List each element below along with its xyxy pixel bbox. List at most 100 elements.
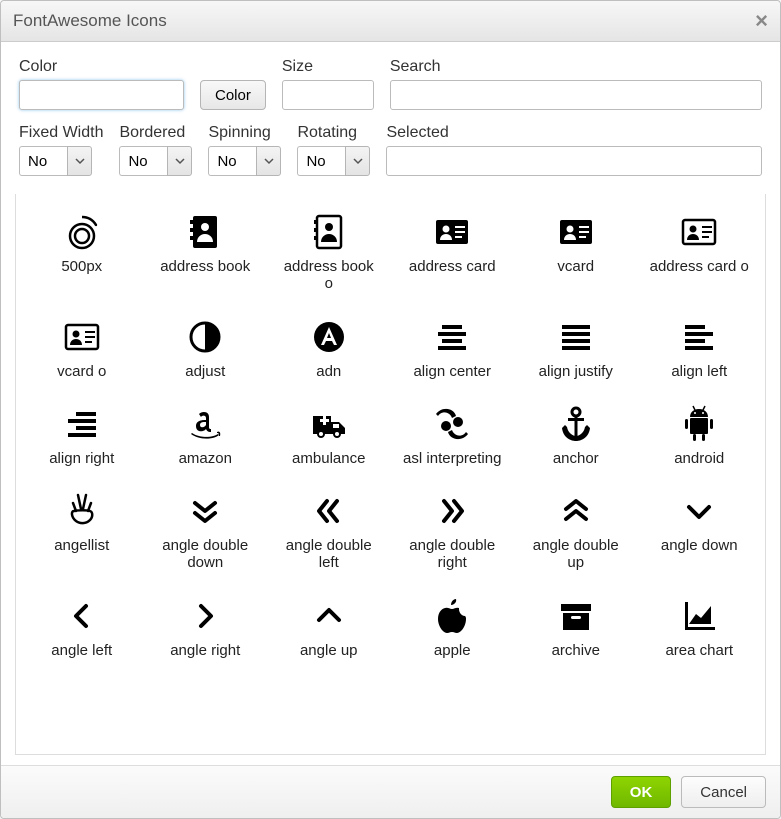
icon-cell-area-chart[interactable]: area chart	[638, 586, 762, 673]
rotating-dropdown-button[interactable]	[345, 146, 370, 176]
fixed-width-value[interactable]	[19, 146, 67, 176]
search-field: Search	[390, 58, 762, 110]
icon-cell-angle-down[interactable]: angle down	[638, 481, 762, 586]
icon-cell-angle-up[interactable]: angle up	[267, 586, 391, 673]
icon-cell-align-right[interactable]: align right	[20, 394, 144, 481]
color-field: Color	[19, 58, 184, 110]
dialog-footer: OK Cancel	[1, 765, 780, 818]
fontawesome-dialog: FontAwesome Icons × Color Color Size Sea…	[0, 0, 781, 819]
icon-cell-angle-double-left[interactable]: angle double left	[267, 481, 391, 586]
chevron-down-icon	[75, 156, 85, 166]
icon-cell-vcard-o[interactable]: vcard o	[20, 307, 144, 394]
icon-label: ambulance	[292, 450, 365, 467]
icon-cell-angellist[interactable]: angellist	[20, 481, 144, 586]
selected-input[interactable]	[386, 146, 762, 176]
ok-button[interactable]: OK	[611, 776, 672, 808]
icon-label: archive	[552, 642, 600, 659]
icon-cell-android[interactable]: android	[638, 394, 762, 481]
icon-label: align center	[413, 363, 491, 380]
icon-label: angle left	[51, 642, 112, 659]
rotating-value[interactable]	[297, 146, 345, 176]
form-row-1: Color Color Size Search	[19, 58, 762, 110]
bordered-dropdown-button[interactable]	[167, 146, 192, 176]
spinning-select[interactable]	[208, 146, 281, 176]
dialog-title: FontAwesome Icons	[13, 11, 167, 31]
titlebar: FontAwesome Icons ×	[1, 1, 780, 42]
icon-cell-anchor[interactable]: anchor	[514, 394, 638, 481]
icon-cell-archive[interactable]: archive	[514, 586, 638, 673]
icon-cell-angle-double-right[interactable]: angle double right	[391, 481, 515, 586]
address-book-icon	[185, 210, 225, 254]
icon-label: angle double right	[402, 537, 502, 572]
fixed-width-label: Fixed Width	[19, 124, 103, 142]
icon-cell-address-card-o[interactable]: address card o	[638, 202, 762, 307]
spinning-dropdown-button[interactable]	[256, 146, 281, 176]
icon-label: address book	[160, 258, 250, 275]
icon-cell-apple[interactable]: apple	[391, 586, 515, 673]
icon-cell-align-left[interactable]: align left	[638, 307, 762, 394]
icon-cell-ambulance[interactable]: ambulance	[267, 394, 391, 481]
icon-cell-500px[interactable]: 500px	[20, 202, 144, 307]
angle-double-right-icon	[432, 489, 472, 533]
icon-cell-amazon[interactable]: amazon	[144, 394, 268, 481]
size-input[interactable]	[282, 80, 374, 110]
icon-cell-align-center[interactable]: align center	[391, 307, 515, 394]
icon-grid-scroll[interactable]: 500px address book address book o address c…	[16, 194, 765, 754]
close-icon[interactable]: ×	[755, 10, 768, 32]
icon-label: android	[674, 450, 724, 467]
adjust-icon	[185, 315, 225, 359]
bordered-select[interactable]	[119, 146, 192, 176]
rotating-field: Rotating	[297, 124, 370, 176]
angellist-icon	[62, 489, 102, 533]
icon-cell-vcard[interactable]: vcard	[514, 202, 638, 307]
icon-label: amazon	[179, 450, 232, 467]
spinning-value[interactable]	[208, 146, 256, 176]
search-label: Search	[390, 58, 762, 76]
icon-cell-angle-double-down[interactable]: angle double down	[144, 481, 268, 586]
color-button[interactable]: Color	[200, 80, 266, 110]
icon-label: area chart	[665, 642, 733, 659]
icon-label: align right	[49, 450, 114, 467]
icon-cell-angle-double-up[interactable]: angle double up	[514, 481, 638, 586]
cancel-button[interactable]: Cancel	[681, 776, 766, 808]
anchor-icon	[556, 402, 596, 446]
icon-cell-asl-interpreting[interactable]: asl interpreting	[391, 394, 515, 481]
size-label: Size	[282, 58, 374, 76]
icon-label: align left	[671, 363, 727, 380]
icon-cell-address-book-o[interactable]: address book o	[267, 202, 391, 307]
icon-cell-adjust[interactable]: adjust	[144, 307, 268, 394]
icon-cell-align-justify[interactable]: align justify	[514, 307, 638, 394]
address-card-icon	[432, 210, 472, 254]
icon-label: angle double left	[279, 537, 379, 572]
selected-label: Selected	[386, 124, 762, 142]
icon-label: asl interpreting	[403, 450, 501, 467]
icon-cell-angle-left[interactable]: angle left	[20, 586, 144, 673]
icon-cell-address-book[interactable]: address book	[144, 202, 268, 307]
bordered-value[interactable]	[119, 146, 167, 176]
angle-double-down-icon	[185, 489, 225, 533]
adn-icon	[309, 315, 349, 359]
bordered-label: Bordered	[119, 124, 192, 142]
archive-icon	[556, 594, 596, 638]
icon-grid-wrap: 500px address book address book o address c…	[15, 194, 766, 755]
fixed-width-select[interactable]	[19, 146, 103, 176]
search-input[interactable]	[390, 80, 762, 110]
angle-up-icon	[309, 594, 349, 638]
icon-label: address card	[409, 258, 496, 275]
spinning-label: Spinning	[208, 124, 281, 142]
address-card-o-icon	[679, 210, 719, 254]
icon-cell-adn[interactable]: adn	[267, 307, 391, 394]
icon-label: angle double down	[155, 537, 255, 572]
amazon-icon	[185, 402, 225, 446]
icon-cell-angle-right[interactable]: angle right	[144, 586, 268, 673]
dialog-body: Color Color Size Search Fixed Width	[1, 42, 780, 765]
chevron-down-icon	[175, 156, 185, 166]
icon-cell-address-card[interactable]: address card	[391, 202, 515, 307]
ambulance-icon	[309, 402, 349, 446]
icon-label: adjust	[185, 363, 225, 380]
color-input[interactable]	[19, 80, 184, 110]
fixed-width-dropdown-button[interactable]	[67, 146, 92, 176]
spinning-field: Spinning	[208, 124, 281, 176]
rotating-select[interactable]	[297, 146, 370, 176]
icon-label: angle down	[661, 537, 738, 554]
